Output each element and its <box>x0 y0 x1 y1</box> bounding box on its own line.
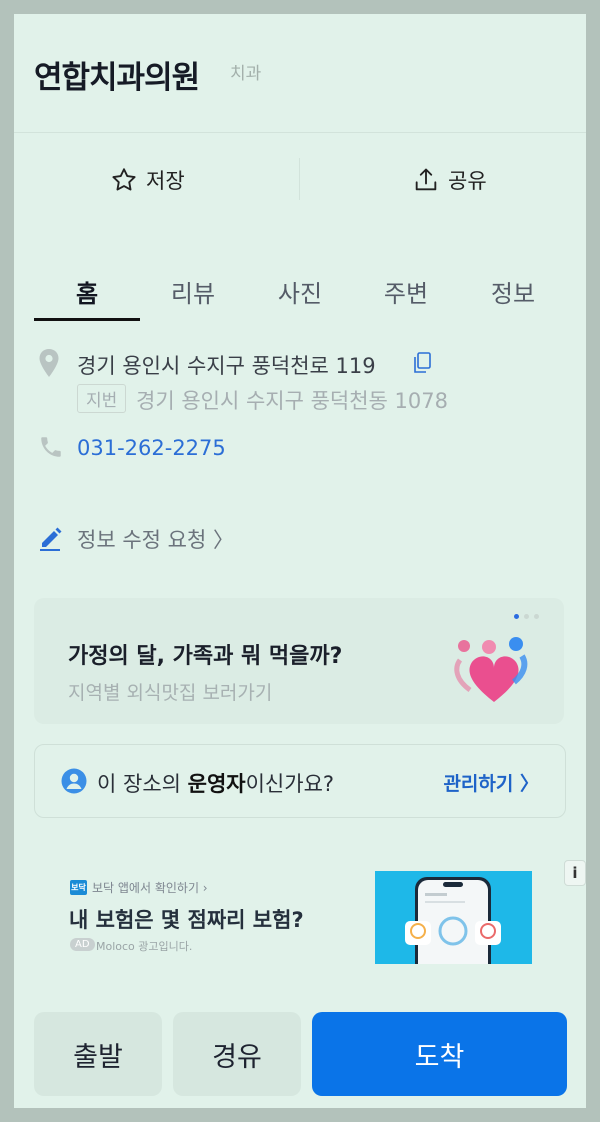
carousel-dots <box>514 614 539 619</box>
promo-banner[interactable]: 가정의 달, 가족과 뭐 먹을까? 지역별 외식맛집 보러가기 <box>34 598 564 724</box>
place-sheet: 연합치과의원 치과 저장 공유 홈 리뷰 사진 주변 정보 경기 용인시 수지구… <box>14 14 586 1108</box>
depart-button[interactable]: 출발 <box>34 1012 162 1096</box>
phone-number[interactable]: 031-262-2275 <box>77 436 226 460</box>
ad-title: 내 보험은 몇 점짜리 보험? <box>69 908 304 932</box>
promo-subtitle: 지역별 외식맛집 보러가기 <box>68 682 273 704</box>
ad-logo: 보닥 <box>70 880 87 895</box>
edit-request-link[interactable]: 정보 수정 요청 〉 <box>77 524 234 554</box>
divider <box>14 132 586 133</box>
share-button[interactable]: 공유 <box>412 162 487 198</box>
place-name: 연합치과의원 <box>34 60 200 96</box>
copy-icon[interactable] <box>412 351 432 375</box>
via-button[interactable]: 경유 <box>173 1012 301 1096</box>
location-pin-icon <box>39 349 59 377</box>
place-category: 치과 <box>230 64 262 84</box>
owner-claim-card[interactable]: 이 장소의 운영자이신가요? 관리하기 〉 <box>34 744 566 818</box>
tab-nearby[interactable]: 주변 <box>353 274 459 309</box>
save-label: 저장 <box>146 169 185 193</box>
share-label: 공유 <box>448 169 487 193</box>
arrive-button[interactable]: 도착 <box>312 1012 567 1096</box>
star-icon <box>112 168 136 191</box>
active-tab-indicator <box>34 318 140 321</box>
promo-title: 가정의 달, 가족과 뭐 먹을까? <box>68 644 343 669</box>
divider <box>299 158 300 200</box>
user-icon <box>61 768 87 794</box>
ad-phone-image <box>375 871 532 964</box>
ad-info-icon[interactable]: i <box>564 860 586 886</box>
ad-tag: AD <box>70 938 95 951</box>
manage-link[interactable]: 관리하기 〉 <box>443 769 539 796</box>
ad-small-text: 보닥 앱에서 확인하기 › <box>92 881 208 895</box>
share-icon <box>415 168 437 191</box>
family-heart-icon <box>454 637 528 702</box>
owner-question: 이 장소의 운영자이신가요? <box>97 772 335 796</box>
save-button[interactable]: 저장 <box>110 162 185 198</box>
tab-reviews[interactable]: 리뷰 <box>140 274 246 309</box>
tab-bar: 홈 리뷰 사진 주변 정보 <box>14 252 586 322</box>
place-header: 연합치과의원 치과 <box>14 14 586 132</box>
tab-photos[interactable]: 사진 <box>247 274 353 309</box>
ad-note: Moloco 광고입니다. <box>96 940 193 953</box>
tab-home[interactable]: 홈 <box>34 274 140 309</box>
pencil-icon <box>40 527 62 551</box>
action-bar: 저장 공유 <box>14 132 586 228</box>
route-bar: 출발 경유 도착 <box>14 1010 586 1108</box>
jibun-address: 경기 용인시 수지구 풍덕천동 1078 <box>136 389 448 413</box>
ad-banner[interactable]: i 보닥 보닥 앱에서 확인하기 › 내 보험은 몇 점짜리 보험? AD Mo… <box>14 854 586 984</box>
tab-info[interactable]: 정보 <box>460 274 566 309</box>
phone-icon <box>41 437 61 457</box>
jibun-tag: 지번 <box>77 384 127 413</box>
road-address: 경기 용인시 수지구 풍덕천로 119 <box>77 354 376 378</box>
